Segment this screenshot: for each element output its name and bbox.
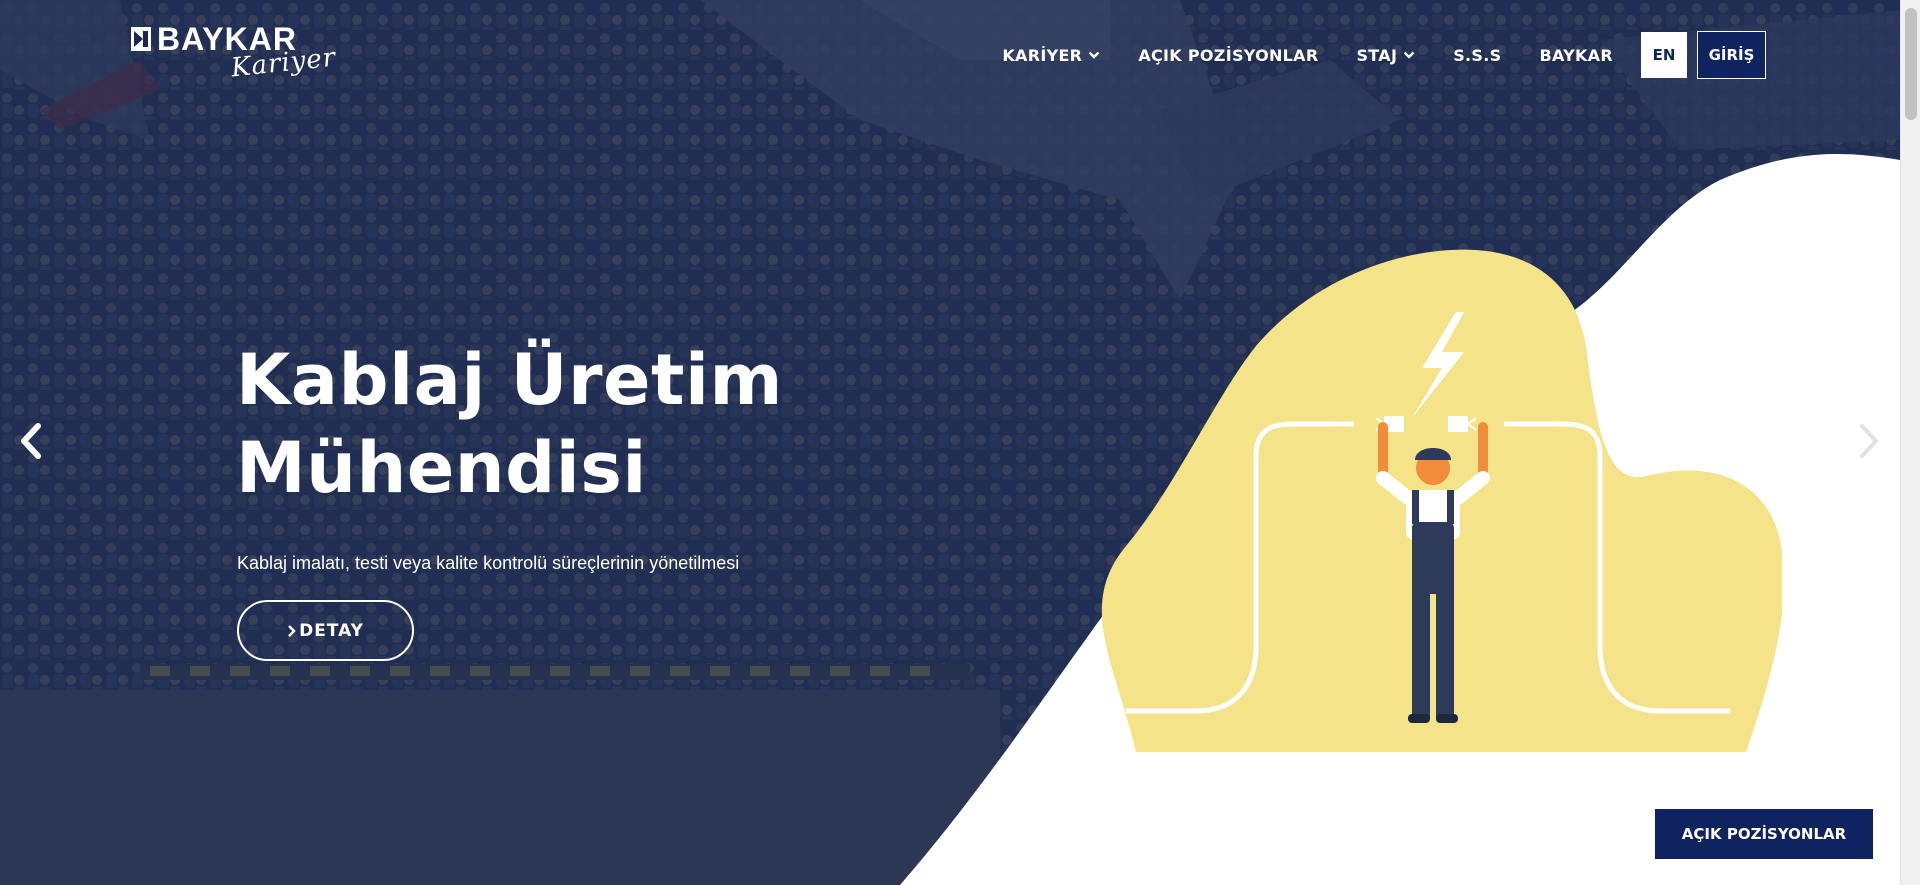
cable-worker-illustration (1101, 249, 1782, 752)
nav-item-staj[interactable]: STAJ (1356, 46, 1415, 65)
detail-button[interactable]: DETAY (237, 600, 414, 661)
hero-section: BAYKAR Kariyer KARİYER AÇIK POZİSYONLAR … (0, 0, 1900, 885)
scrollbar-thumb[interactable] (1905, 8, 1917, 120)
nav-item-label: S.S.S (1453, 45, 1502, 65)
chevron-left-icon[interactable] (14, 416, 50, 466)
nav-item-acik-pozisyonlar[interactable]: AÇIK POZİSYONLAR (1138, 46, 1318, 65)
nav-item-label: STAJ (1356, 45, 1398, 65)
page-scrollbar[interactable] (1900, 0, 1920, 885)
hero-title-line-1: Kablaj Üretim (236, 339, 783, 421)
detail-button-label: DETAY (299, 620, 364, 641)
nav-item-label: AÇIK POZİSYONLAR (1138, 45, 1319, 65)
nav-item-baykar[interactable]: BAYKAR (1539, 46, 1613, 65)
login-button[interactable]: GİRİŞ (1697, 31, 1766, 79)
hero-subtitle: Kablaj imalatı, testi veya kalite kontro… (237, 553, 740, 573)
chevron-right-icon[interactable] (1850, 416, 1886, 466)
nav-item-sss[interactable]: S.S.S (1453, 46, 1501, 65)
nav-item-label: KARİYER (1002, 45, 1083, 65)
chevron-down-icon (1088, 51, 1100, 59)
baykar-mark-icon (131, 27, 151, 51)
chevron-right-icon (288, 624, 296, 637)
chevron-down-icon (1403, 51, 1415, 59)
hero-title: Kablaj Üretim Mühendisi (236, 336, 783, 512)
main-nav: KARİYER AÇIK POZİSYONLAR STAJ S.S.S BAYK… (964, 30, 1766, 80)
baykar-kariyer-logo[interactable]: BAYKAR Kariyer (131, 22, 337, 94)
nav-item-kariyer[interactable]: KARİYER (1002, 46, 1100, 65)
open-positions-button[interactable]: AÇIK POZİSYONLAR (1655, 809, 1873, 859)
hero-title-line-2: Mühendisi (236, 427, 647, 509)
language-button[interactable]: EN (1641, 32, 1687, 78)
nav-item-label: BAYKAR (1539, 45, 1613, 65)
